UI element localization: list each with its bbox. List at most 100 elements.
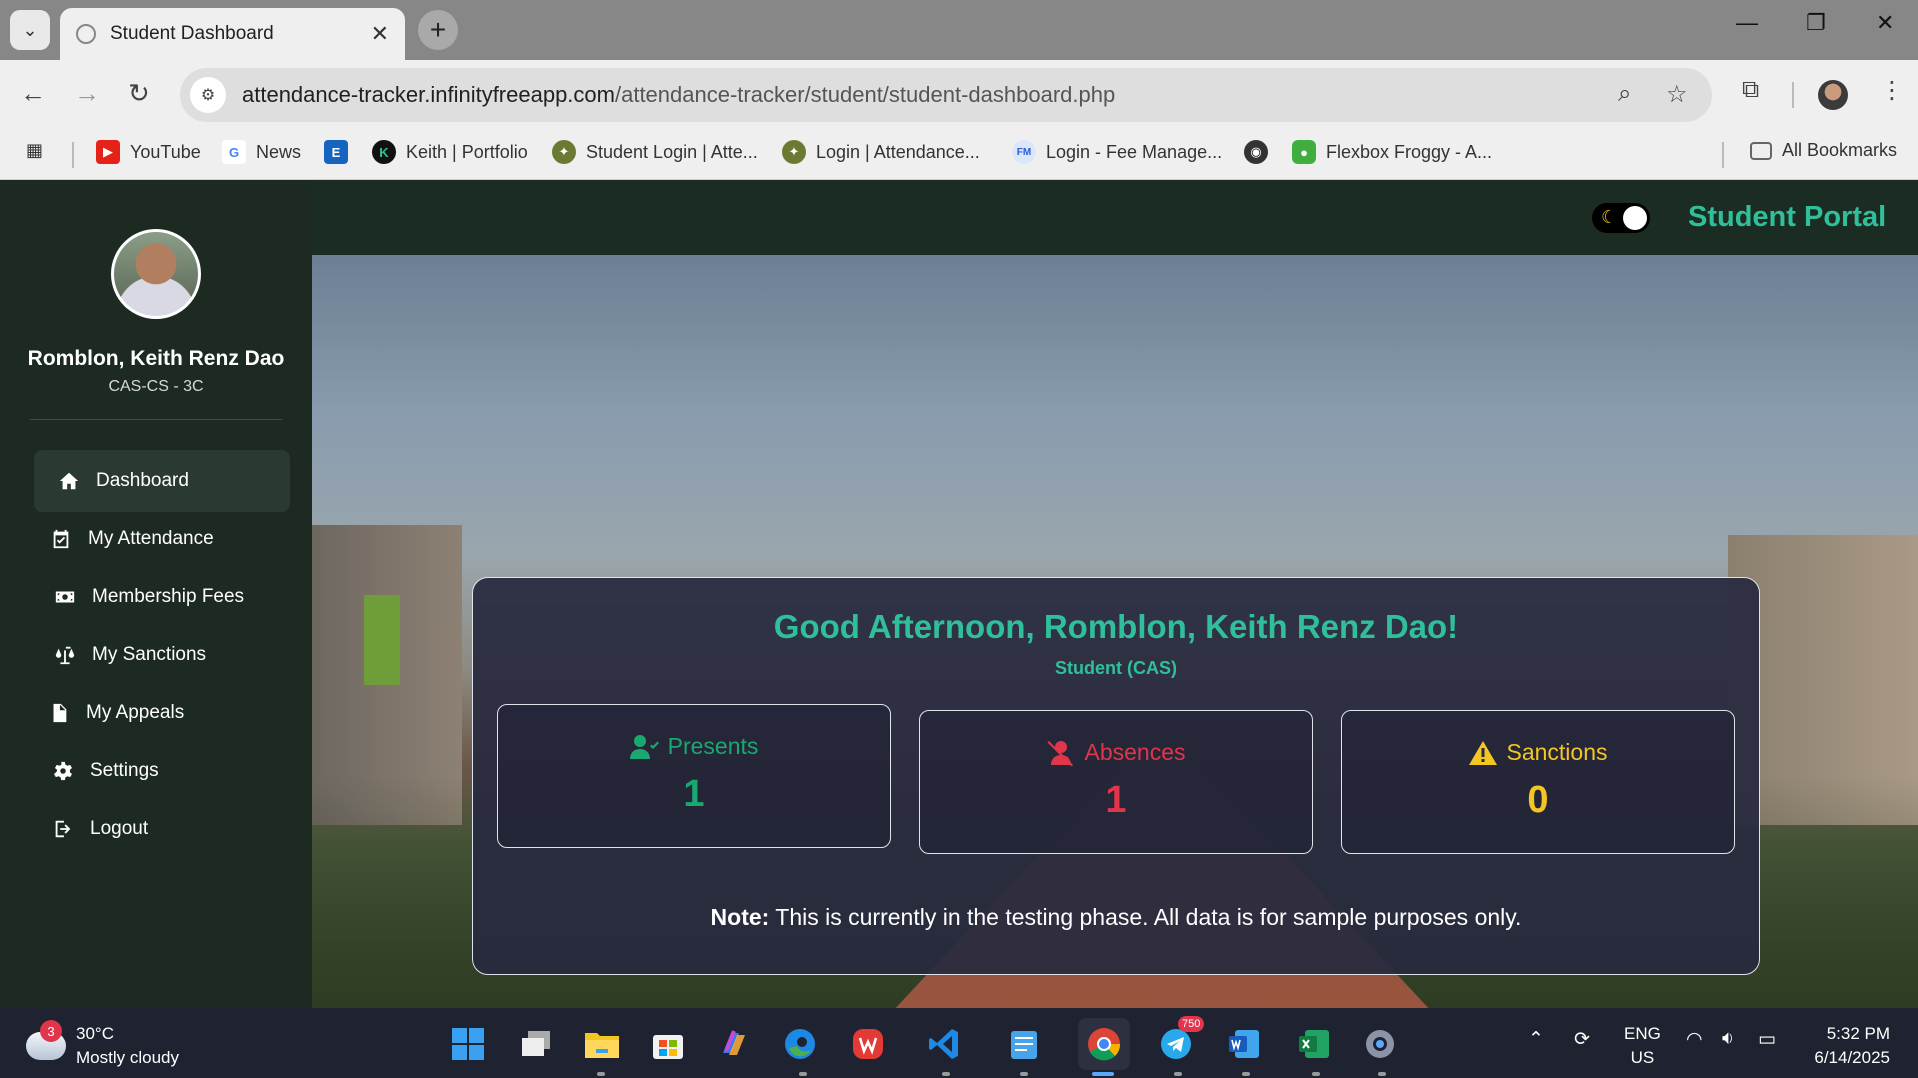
fm-icon: FM xyxy=(1012,140,1036,164)
sidebar-item-settings[interactable]: Settings xyxy=(28,740,284,802)
language-indicator[interactable]: ENG US xyxy=(1624,1022,1661,1070)
notepad-icon[interactable] xyxy=(1004,1024,1044,1064)
home-icon xyxy=(56,468,82,494)
task-view-icon[interactable] xyxy=(516,1024,556,1064)
sidebar-item-logout[interactable]: Logout xyxy=(28,798,284,860)
document-icon xyxy=(46,700,72,726)
taskbar-active-indicator xyxy=(1092,1072,1114,1076)
bookmark-login-attendance[interactable]: ✦ Login | Attendance... xyxy=(782,140,980,164)
telegram-badge: 750 xyxy=(1178,1016,1205,1032)
windows-taskbar: 3 30°C Mostly cloudy 750 ⌃ ⟳ ENG US ◠ 🔉︎… xyxy=(0,1008,1918,1078)
site-info-icon[interactable]: ⚙ xyxy=(190,77,226,113)
back-icon[interactable]: ← xyxy=(20,78,46,109)
presents-card: Presents 1 xyxy=(497,704,891,848)
wifi-icon[interactable]: ◠ xyxy=(1686,1028,1703,1051)
weather-badge: 3 xyxy=(40,1020,62,1042)
taskbar-running-indicator xyxy=(1020,1072,1028,1076)
weather-temperature: 30°C xyxy=(76,1024,114,1043)
bookmark-student-login[interactable]: ✦ Student Login | Atte... xyxy=(552,140,758,164)
window-close-icon[interactable]: ✕ xyxy=(1876,10,1894,36)
minimize-icon[interactable]: — xyxy=(1736,10,1758,36)
sanctions-card: Sanctions 0 xyxy=(1341,710,1735,854)
weather-condition: Mostly cloudy xyxy=(76,1048,179,1067)
bookmark-fee-manager[interactable]: FM Login - Fee Manage... xyxy=(1012,140,1222,164)
sidebar-item-membership-fees[interactable]: Membership Fees xyxy=(30,566,286,628)
close-icon[interactable]: ✕ xyxy=(371,21,389,47)
browser-tab[interactable]: Student Dashboard ✕ xyxy=(60,8,405,60)
background-building-accent xyxy=(364,595,400,685)
taskbar-running-indicator xyxy=(1242,1072,1250,1076)
profile-avatar[interactable] xyxy=(1818,80,1848,110)
sync-icon[interactable]: ⟳ xyxy=(1574,1028,1590,1051)
sidebar-divider xyxy=(30,419,282,420)
sidebar-item-my-sanctions[interactable]: My Sanctions xyxy=(30,624,286,686)
sidebar: Romblon, Keith Renz Dao CAS-CS - 3C Dash… xyxy=(0,181,312,1008)
toggle-knob xyxy=(1623,206,1647,230)
welcome-card: Good Afternoon, Romblon, Keith Renz Dao!… xyxy=(472,577,1760,975)
tab-search-button[interactable]: ⌄ xyxy=(10,10,50,50)
sidebar-item-my-appeals[interactable]: My Appeals xyxy=(24,682,280,744)
wps-office-icon[interactable] xyxy=(848,1024,888,1064)
money-icon xyxy=(52,584,78,610)
taskbar-running-indicator xyxy=(597,1072,605,1076)
absences-value: 1 xyxy=(1105,779,1127,821)
dark-mode-toggle[interactable]: ☾ xyxy=(1592,203,1650,233)
bookmark-portfolio[interactable]: K Keith | Portfolio xyxy=(372,140,528,164)
url-text[interactable]: attendance-tracker.infinityfreeapp.com/a… xyxy=(242,82,1115,108)
word-icon[interactable] xyxy=(1224,1024,1264,1064)
bookmarks-divider xyxy=(1722,142,1724,168)
system-clock[interactable]: 5:32 PM 6/14/2025 xyxy=(1806,1022,1890,1070)
chrome-icon[interactable] xyxy=(1078,1018,1130,1070)
bookmarks-bar: ▦ ▶ YouTube G News E K Keith | Portfolio ✦ S… xyxy=(0,130,1918,180)
presents-value: 1 xyxy=(683,773,705,815)
user-slash-icon xyxy=(1047,740,1074,766)
extensions-icon[interactable]: ⧉ xyxy=(1742,76,1759,104)
battery-icon[interactable]: ▭ xyxy=(1758,1028,1776,1051)
new-tab-button[interactable]: + xyxy=(418,10,458,50)
copilot-icon[interactable] xyxy=(714,1024,754,1064)
toolbar-divider xyxy=(1792,82,1794,108)
settings-app-icon[interactable] xyxy=(1360,1024,1400,1064)
weather-widget[interactable]: 3 30°C Mostly cloudy xyxy=(26,1020,179,1070)
sidebar-item-label: My Attendance xyxy=(88,528,214,549)
forward-icon[interactable]: → xyxy=(74,78,100,109)
chevron-up-icon[interactable]: ⌃ xyxy=(1528,1028,1544,1051)
start-icon[interactable] xyxy=(448,1024,488,1064)
file-explorer-icon[interactable] xyxy=(582,1024,622,1064)
restore-icon[interactable]: ❐ xyxy=(1806,10,1826,36)
address-bar[interactable]: ⚙ attendance-tracker.infinityfreeapp.com… xyxy=(180,68,1712,122)
bookmark-flexbox-froggy[interactable]: ● Flexbox Froggy - A... xyxy=(1292,140,1492,164)
volume-icon[interactable]: 🔉︎ xyxy=(1722,1028,1734,1050)
scale-icon xyxy=(52,642,78,668)
apps-grid-icon[interactable]: ▦ xyxy=(26,140,43,161)
bookmarks-divider xyxy=(72,142,74,168)
gear-icon xyxy=(50,758,76,784)
all-bookmarks[interactable]: All Bookmarks xyxy=(1750,140,1897,161)
taskbar-running-indicator xyxy=(799,1072,807,1076)
sidebar-item-label: Settings xyxy=(90,760,159,781)
microsoft-store-icon[interactable] xyxy=(648,1024,688,1064)
sidebar-item-dashboard[interactable]: Dashboard xyxy=(34,450,290,512)
bookmark-e[interactable]: E xyxy=(324,140,358,164)
more-menu-icon[interactable]: ⋮ xyxy=(1880,76,1904,105)
sidebar-item-label: My Appeals xyxy=(86,702,185,723)
browser-toolbar: ← → ↻ ⚙ attendance-tracker.infinityfreea… xyxy=(0,60,1918,130)
taskbar-running-indicator xyxy=(1378,1072,1386,1076)
zoom-icon[interactable]: ⌕ xyxy=(1618,80,1631,108)
star-icon[interactable]: ☆ xyxy=(1666,80,1688,109)
vscode-icon[interactable] xyxy=(924,1024,964,1064)
bookmark-globe[interactable]: ◉ xyxy=(1244,140,1278,164)
sidebar-item-my-attendance[interactable]: My Attendance xyxy=(26,508,282,570)
presents-label: Presents xyxy=(498,733,890,760)
cloud-icon: 3 xyxy=(26,1020,66,1060)
excel-icon[interactable] xyxy=(1294,1024,1334,1064)
e-icon: E xyxy=(324,140,348,164)
logout-icon xyxy=(50,816,76,842)
sidebar-item-label: My Sanctions xyxy=(92,644,207,665)
warning-icon xyxy=(1469,740,1498,765)
bookmark-news[interactable]: G News xyxy=(222,140,301,164)
bookmark-youtube[interactable]: ▶ YouTube xyxy=(96,140,201,164)
edge-icon[interactable] xyxy=(780,1024,820,1064)
reload-icon[interactable]: ↻ xyxy=(128,78,150,109)
greeting-heading: Good Afternoon, Romblon, Keith Renz Dao! xyxy=(773,608,1459,645)
